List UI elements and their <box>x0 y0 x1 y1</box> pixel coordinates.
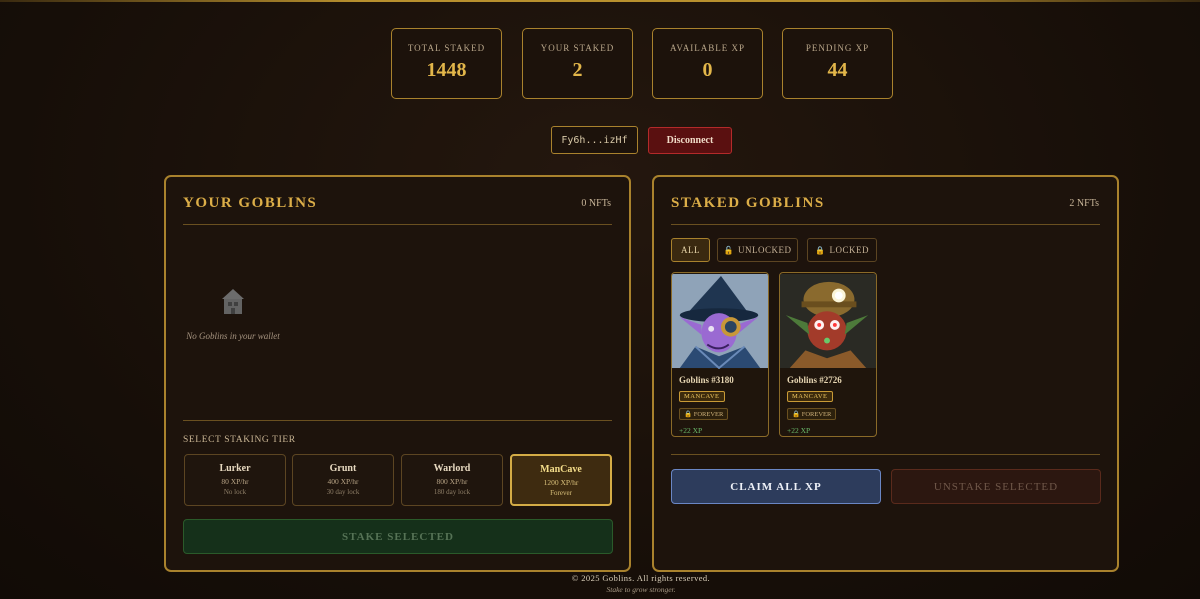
tier-rate: 80 XP/hr <box>221 477 249 486</box>
nft-card[interactable]: Goblins #2726 MANCAVE 🔒 FOREVER +22 XP <box>779 272 877 437</box>
top-accent-line <box>0 0 1200 2</box>
tier-name: Grunt <box>329 463 357 474</box>
tier-lock: No lock <box>223 488 247 496</box>
stat-your-staked: YOUR STAKED 2 <box>522 28 633 99</box>
stat-label: TOTAL STAKED <box>407 43 486 53</box>
lock-icon: 🔒 <box>815 245 826 255</box>
lock-badge: 🔒 FOREVER <box>787 408 837 420</box>
tier-lurker[interactable]: Lurker 80 XP/hr No lock <box>184 454 286 506</box>
card-name: Goblins #2726 <box>787 375 842 385</box>
stat-label: PENDING XP <box>805 43 870 53</box>
stat-value: 2 <box>572 59 583 81</box>
your-goblins-panel: YOUR GOBLINS 0 NFTs No Goblins in your w… <box>164 175 631 572</box>
staked-goblins-panel: STAKED GOBLINS 2 NFTs ALL 🔓 UNLOCKED 🔒 L… <box>652 175 1119 572</box>
tier-lock: Forever <box>550 489 572 497</box>
wallet-address-button[interactable]: Fy6h...izHf <box>551 126 638 154</box>
stat-value: 1448 <box>426 59 467 81</box>
tier-mancave[interactable]: ManCave 1200 XP/hr Forever <box>510 454 612 506</box>
tier-lock: 30 day lock <box>326 488 360 496</box>
tier-name: Lurker <box>219 463 251 474</box>
stat-available-xp: AVAILABLE XP 0 <box>652 28 763 99</box>
filter-label: LOCKED <box>829 245 869 255</box>
empty-state: No Goblins in your wallet <box>183 287 283 343</box>
panel-title: STAKED GOBLINS <box>671 195 825 211</box>
disconnect-button[interactable]: Disconnect <box>648 127 732 154</box>
tier-name: ManCave <box>540 464 582 475</box>
stat-label: AVAILABLE XP <box>670 43 745 53</box>
filter-unlocked[interactable]: 🔓 UNLOCKED <box>717 238 798 262</box>
stat-value: 0 <box>702 59 713 81</box>
unstake-selected-button[interactable]: UNSTAKE SELECTED <box>891 469 1101 504</box>
lock-text: FOREVER <box>801 411 832 418</box>
xp-gain: +22 XP <box>787 426 811 435</box>
lock-open-icon: 🔓 <box>723 245 734 255</box>
lock-icon: 🔒 <box>684 411 693 418</box>
tier-warlord[interactable]: Warlord 800 XP/hr 180 day lock <box>401 454 503 506</box>
tier-lock: 180 day lock <box>433 488 471 496</box>
card-name: Goblins #3180 <box>679 375 734 385</box>
tier-grunt[interactable]: Grunt 400 XP/hr 30 day lock <box>292 454 394 506</box>
footer-copyright: © 2025 Goblins. All rights reserved. <box>571 573 711 583</box>
filter-locked[interactable]: 🔒 LOCKED <box>807 238 877 262</box>
footer-tagline: Stake to grow stronger. <box>606 585 676 594</box>
lock-badge: 🔒 FOREVER <box>679 408 729 420</box>
goblin-3180-image <box>672 273 768 369</box>
tier-rate: 1200 XP/hr <box>543 478 579 487</box>
lock-text: FOREVER <box>693 411 724 418</box>
nft-count: 2 NFTs <box>1069 198 1099 209</box>
filter-label: UNLOCKED <box>737 245 792 255</box>
filter-label: ALL <box>681 245 700 255</box>
empty-text: No Goblins in your wallet <box>186 331 280 341</box>
divider <box>183 420 612 421</box>
xp-gain: +22 XP <box>679 426 703 435</box>
tier-name: Warlord <box>433 463 471 474</box>
nft-card[interactable]: Goblins #3180 MANCAVE 🔒 FOREVER +22 XP <box>671 272 769 437</box>
filter-all[interactable]: ALL <box>671 238 710 262</box>
tier-rate: 400 XP/hr <box>327 477 359 486</box>
stat-total-staked: TOTAL STAKED 1448 <box>391 28 502 99</box>
tier-badge: MANCAVE <box>679 391 725 402</box>
goblin-2726-image <box>780 273 876 369</box>
stake-selected-button[interactable]: STAKE SELECTED <box>183 519 613 554</box>
stat-label: YOUR STAKED <box>540 43 615 53</box>
tier-label: SELECT STAKING TIER <box>183 435 296 445</box>
stat-value: 44 <box>827 59 848 81</box>
stat-pending-xp: PENDING XP 44 <box>782 28 893 99</box>
nft-count: 0 NFTs <box>581 198 611 209</box>
tier-rate: 800 XP/hr <box>436 477 468 486</box>
lock-icon: 🔒 <box>792 411 801 418</box>
tier-badge: MANCAVE <box>787 391 833 402</box>
claim-all-xp-button[interactable]: CLAIM ALL XP <box>671 469 881 504</box>
panel-title: YOUR GOBLINS <box>183 195 318 211</box>
divider <box>671 224 1100 225</box>
divider <box>183 224 612 225</box>
house-icon <box>183 287 283 322</box>
divider <box>671 454 1100 455</box>
